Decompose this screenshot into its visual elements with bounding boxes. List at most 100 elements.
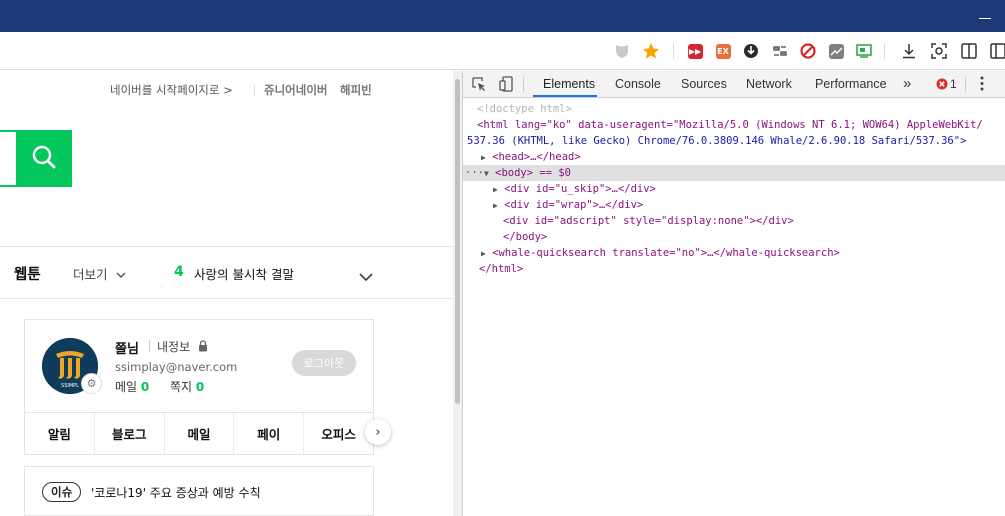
ext-screen-icon[interactable] <box>855 42 873 60</box>
expand-triangle-icon[interactable]: ▶ <box>493 201 498 210</box>
active-tab-indicator <box>533 95 597 97</box>
toolbar-separator <box>673 43 674 59</box>
html-open-tag-line1: <html lang="ko" data-useragent="Mozilla/… <box>477 119 983 131</box>
screenshot-icon[interactable] <box>930 42 948 60</box>
ext-forward-icon[interactable]: ▶▶ <box>686 42 704 60</box>
service-blog[interactable]: 블로그 <box>95 413 165 454</box>
dom-node-whale-quicksearch[interactable]: ▶ <whale-quicksearch translate="no">…</w… <box>463 245 1005 261</box>
inspect-element-icon[interactable] <box>472 77 487 95</box>
dom-node-html-cont[interactable]: 537.36 (KHTML, like Gecko) Chrome/76.0.3… <box>463 133 1005 149</box>
tab-performance[interactable]: Performance <box>815 77 887 91</box>
note-count: 0 <box>195 380 205 394</box>
issue-banner[interactable]: 이슈 '코로나19' 주요 증상과 예방 수칙 <box>24 466 374 516</box>
sidebar-icon[interactable] <box>960 42 978 60</box>
download-icon[interactable] <box>900 42 918 60</box>
whale-quicksearch-tag: <whale-quicksearch translate="no">…</wha… <box>492 247 840 259</box>
note-label: 쪽지 <box>170 380 193 394</box>
service-pay[interactable]: 페이 <box>234 413 305 454</box>
ext-ex-icon[interactable]: EX <box>714 42 732 60</box>
collapse-triangle-icon[interactable]: ▼ <box>484 169 489 178</box>
page-scrollbar[interactable] <box>453 71 462 516</box>
section-divider <box>0 246 453 247</box>
web-page-viewport: 네이버를 시작페이지로 > 쥬니어네이버 해피빈 웹툰 더보기 4 사랑의 불시… <box>0 71 462 516</box>
expand-triangle-icon[interactable]: ▶ <box>493 185 498 194</box>
service-notifications[interactable]: 알림 <box>25 413 95 454</box>
gear-icon[interactable]: ⚙ <box>81 373 102 394</box>
wrap-tag: <div id="wrap">…</div> <box>504 199 644 211</box>
html-close-tag: </html> <box>479 263 524 275</box>
dom-node-head[interactable]: ▶ <head>…</head> <box>463 149 1005 165</box>
dom-node-doctype[interactable]: <!doctype html> <box>463 101 1005 117</box>
body-close-tag: </body> <box>503 231 548 243</box>
error-count[interactable]: 1 <box>950 77 957 91</box>
expand-triangle-icon[interactable]: ▶ <box>481 153 486 162</box>
head-tag: <head>…</head> <box>492 151 581 163</box>
more-tabs-button[interactable]: » <box>903 75 911 92</box>
expand-triangle-icon[interactable]: ▶ <box>481 249 486 258</box>
kebab-menu-icon[interactable] <box>980 76 984 94</box>
scrollbar-thumb[interactable] <box>455 79 460 404</box>
split-view-icon[interactable] <box>989 42 1005 60</box>
my-info-link[interactable]: 내정보 <box>157 338 208 355</box>
chevron-down-icon <box>116 267 126 282</box>
set-homepage-link[interactable]: 네이버를 시작페이지로 > <box>110 82 233 98</box>
chevron-right-icon[interactable]: › <box>365 419 391 445</box>
mail-count: 0 <box>140 380 150 394</box>
section-divider <box>0 298 453 299</box>
webtoon-more-label: 더보기 <box>73 267 108 282</box>
error-icon[interactable] <box>936 78 948 93</box>
name-divider <box>149 340 150 352</box>
junior-naver-link[interactable]: 쥬니어네이버 <box>264 82 327 98</box>
service-office[interactable]: 오피스 <box>304 413 373 454</box>
link-divider <box>254 85 255 96</box>
devtools-panel: Elements Console Sources Network Perform… <box>462 71 1005 516</box>
webtoon-rank-title[interactable]: 사랑의 불시착 결말 <box>194 264 294 283</box>
tab-sources[interactable]: Sources <box>681 77 727 91</box>
my-info-label: 내정보 <box>157 340 191 354</box>
dom-node-body[interactable]: ···▼ <body> == $0 <box>463 165 1005 181</box>
toolbar-separator <box>884 43 885 59</box>
service-mail[interactable]: 메일 <box>165 413 235 454</box>
issue-text[interactable]: '코로나19' 주요 증상과 예방 수칙 <box>91 484 261 501</box>
dom-node-body-close[interactable]: </body> <box>463 229 1005 245</box>
adscript-tag: <div id="adscript" style="display:none">… <box>503 215 794 227</box>
ext-download-icon[interactable] <box>742 42 760 60</box>
tab-elements[interactable]: Elements <box>543 77 595 91</box>
shield-icon[interactable] <box>613 42 631 60</box>
tab-separator <box>965 77 966 92</box>
user-name[interactable]: 쯜님 <box>115 338 139 357</box>
body-tag: <body> == $0 <box>495 167 571 179</box>
happybean-link[interactable]: 해피빈 <box>340 82 372 98</box>
dom-node-html[interactable]: <html lang="ko" data-useragent="Mozilla/… <box>463 117 1005 133</box>
u-skip-tag: <div id="u_skip">…</div> <box>504 183 656 195</box>
webtoon-more-button[interactable]: 더보기 <box>73 264 126 283</box>
ext-mirror-icon[interactable] <box>771 42 789 60</box>
dom-node-adscript[interactable]: <div id="adscript" style="display:none">… <box>463 213 1005 229</box>
ellipsis-icon[interactable]: ··· <box>465 167 484 179</box>
tab-console[interactable]: Console <box>615 77 661 91</box>
ext-block-icon[interactable] <box>799 42 817 60</box>
dom-node-u-skip[interactable]: ▶ <div id="u_skip">…</div> <box>463 181 1005 197</box>
tab-separator <box>523 77 524 92</box>
browser-toolbar: ▶▶ EX <box>0 32 1005 70</box>
webtoon-title[interactable]: 웹툰 <box>14 263 41 284</box>
window-title-bar <box>0 0 1005 32</box>
logout-button[interactable]: 로그아웃 <box>292 350 356 376</box>
user-email: ssimplay@naver.com <box>115 360 238 374</box>
mail-count-link[interactable]: 메일 0 <box>115 378 149 395</box>
search-button[interactable] <box>16 130 72 187</box>
dom-node-html-close[interactable]: </html> <box>463 261 1005 277</box>
search-input[interactable] <box>0 130 16 187</box>
bookmark-star-icon[interactable] <box>642 42 660 60</box>
note-count-link[interactable]: 쪽지 0 <box>170 378 204 395</box>
devtools-tab-bar: Elements Console Sources Network Perform… <box>463 71 1005 98</box>
html-open-tag-line2: 537.36 (KHTML, like Gecko) Chrome/76.0.3… <box>467 135 967 147</box>
dom-node-wrap[interactable]: ▶ <div id="wrap">…</div> <box>463 197 1005 213</box>
tab-network[interactable]: Network <box>746 77 792 91</box>
issue-badge: 이슈 <box>42 482 82 502</box>
device-toolbar-icon[interactable] <box>499 76 514 95</box>
avatar-text: SSIMPL <box>61 383 79 389</box>
ext-chart-icon[interactable] <box>827 42 845 60</box>
chevron-down-icon[interactable] <box>359 267 373 286</box>
minimize-button[interactable] <box>979 18 991 19</box>
